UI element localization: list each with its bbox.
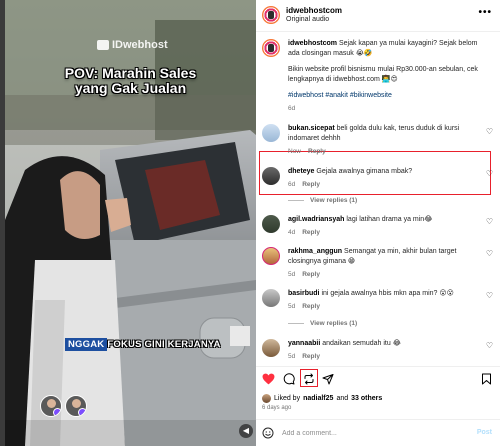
comment-icon[interactable] xyxy=(283,373,295,385)
comment-time: 6d xyxy=(288,181,296,188)
video-overlay-title: POV: Marahin Sales yang Gak Jualan xyxy=(5,66,256,96)
reply-button[interactable]: Reply xyxy=(302,353,320,360)
comments-list[interactable]: idwebhostcom Sejak kapan ya mulai kayagi… xyxy=(256,33,500,365)
more-options-icon[interactable]: ••• xyxy=(478,7,492,18)
caption-promo-text: Bikin website profil bisnismu mulai Rp30… xyxy=(288,66,478,83)
action-bar: Liked by nadialf25 and 33 others 6 days … xyxy=(256,366,500,446)
commenter-avatar[interactable] xyxy=(262,124,280,142)
comment-username[interactable]: agil.wadriansyah xyxy=(288,216,344,223)
like-comment-icon[interactable]: ♡ xyxy=(486,341,493,350)
caption-username[interactable]: idwebhostcom xyxy=(288,40,337,47)
caption-hashtags[interactable]: #idwebhost #anakit #bikinwebsite xyxy=(288,91,486,101)
view-replies-button[interactable]: View replies (1) xyxy=(288,197,357,204)
like-comment-icon[interactable]: ♡ xyxy=(486,291,493,300)
heart-icon[interactable] xyxy=(262,373,275,385)
share-icon[interactable] xyxy=(322,373,334,385)
like-comment-icon[interactable]: ♡ xyxy=(486,217,493,226)
repost-icon[interactable] xyxy=(303,373,315,385)
overlay-line-1: POV: Marahin Sales xyxy=(64,65,197,81)
comment-time: Now xyxy=(288,148,302,155)
comment-username[interactable]: dheteye xyxy=(288,168,314,175)
tagged-user-avatar[interactable] xyxy=(65,395,87,417)
post-header: idwebhostcom Original audio ••• xyxy=(256,0,500,32)
mute-icon[interactable]: ◀ xyxy=(239,424,253,438)
add-comment-bar: Post xyxy=(256,419,500,446)
reply-button[interactable]: Reply xyxy=(308,148,326,155)
reel-video[interactable]: IDwebhost POV: Marahin Sales yang Gak Ju… xyxy=(5,0,256,446)
save-bookmark-icon[interactable] xyxy=(481,373,492,385)
comment-time: 4d xyxy=(288,229,296,236)
like-comment-icon[interactable]: ♡ xyxy=(486,169,493,178)
caption-time: 6d xyxy=(288,105,296,112)
commenter-avatar[interactable] xyxy=(262,339,280,357)
author-avatar[interactable] xyxy=(262,6,280,24)
comment-username[interactable]: yannaabii xyxy=(288,340,320,347)
post-panel: idwebhostcom Original audio ••• idwebhos… xyxy=(256,0,500,446)
reply-button[interactable]: Reply xyxy=(302,229,320,236)
comment-text: lagi latihan drama ya min😂 xyxy=(346,216,433,223)
overlay-line-2: yang Gak Jualan xyxy=(74,80,187,96)
video-subtitle: NGGAK FOKUS GINI KERJANYA xyxy=(65,338,221,351)
like-comment-icon[interactable]: ♡ xyxy=(486,249,493,258)
reply-button[interactable]: Reply xyxy=(302,303,320,310)
commenter-avatar[interactable] xyxy=(262,215,280,233)
tagged-user-avatar[interactable] xyxy=(40,395,62,417)
comment-text: ini gejala awalnya hbis mkn apa min? 😮😮 xyxy=(321,290,454,297)
watermark-text: IDwebhost xyxy=(112,39,168,51)
comment-username[interactable]: bukan.sicepat xyxy=(288,125,335,132)
author-avatar[interactable] xyxy=(262,39,280,57)
audio-link[interactable]: Original audio xyxy=(286,16,329,23)
comment-username[interactable]: basirbudi xyxy=(288,290,320,297)
reply-button[interactable]: Reply xyxy=(302,181,320,188)
emoji-icon[interactable] xyxy=(262,427,274,439)
commenter-avatar[interactable] xyxy=(262,167,280,185)
add-comment-input[interactable] xyxy=(282,427,462,440)
idwebhost-logo-icon xyxy=(97,40,109,50)
comment-time: 5d xyxy=(288,303,296,310)
like-comment-icon[interactable]: ♡ xyxy=(486,127,493,136)
comment-time: 5d xyxy=(288,271,296,278)
commenter-avatar[interactable] xyxy=(262,247,280,265)
comment-username[interactable]: rakhma_anggun xyxy=(288,248,342,255)
subtitle-text: FOKUS GINI KERJANYA xyxy=(107,339,221,350)
liker-avatar[interactable] xyxy=(262,394,271,403)
liker-username[interactable]: nadialf25 xyxy=(303,395,333,402)
likes-summary: Liked by nadialf25 and 33 others xyxy=(262,394,382,403)
posted-time: 6 days ago xyxy=(262,405,292,411)
author-username[interactable]: idwebhostcom xyxy=(286,6,342,15)
view-replies-button[interactable]: View replies (1) xyxy=(288,320,357,327)
comment-text: Gejala awalnya gimana mbak? xyxy=(316,168,413,175)
commenter-avatar[interactable] xyxy=(262,289,280,307)
likes-count-link[interactable]: 33 others xyxy=(351,395,382,402)
subtitle-highlight: NGGAK xyxy=(65,338,108,351)
comment-time: 5d xyxy=(288,353,296,360)
post-comment-button[interactable]: Post xyxy=(477,429,492,436)
video-watermark: IDwebhost xyxy=(97,39,168,51)
comment-text: andaikan semudah itu 😂 xyxy=(322,340,401,347)
reply-button[interactable]: Reply xyxy=(302,271,320,278)
